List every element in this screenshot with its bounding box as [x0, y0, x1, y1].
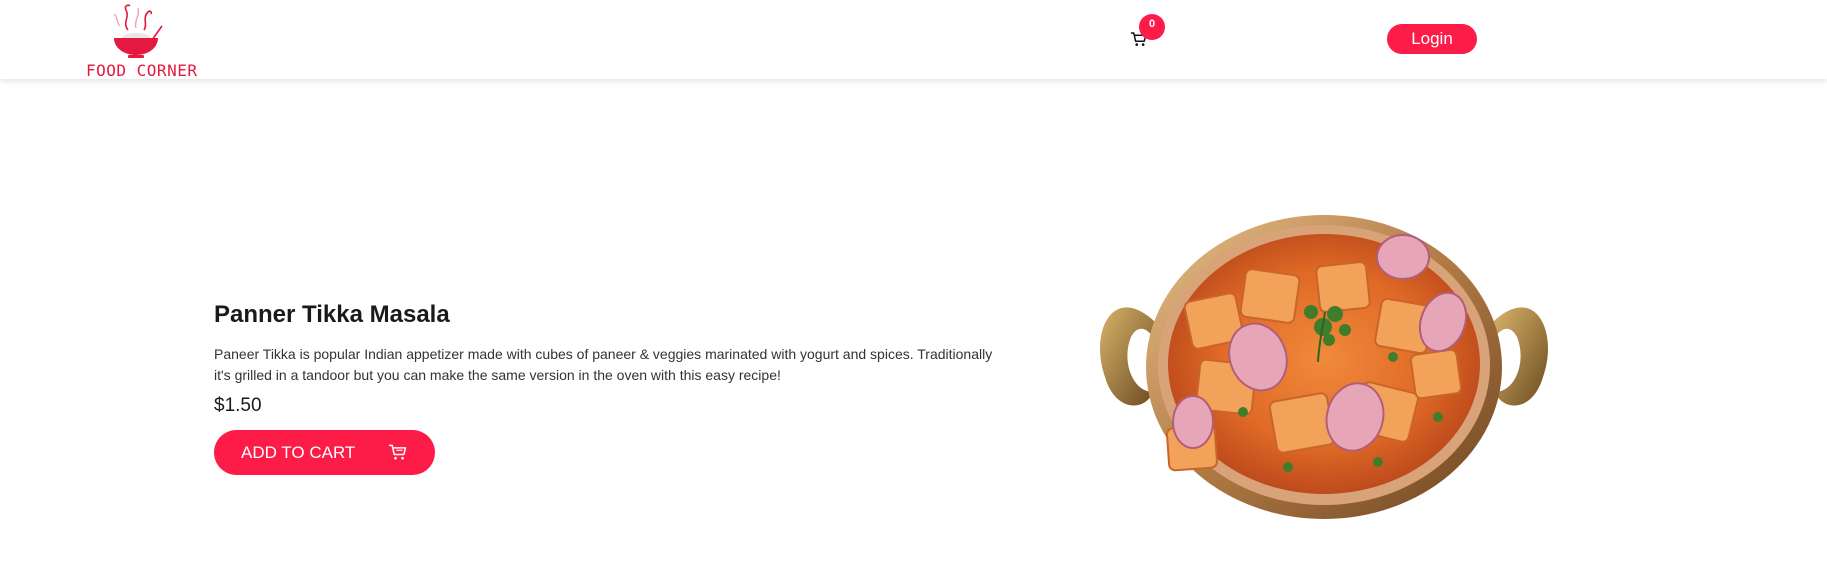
add-to-cart-label: ADD TO CART [241, 443, 356, 462]
brand-logo[interactable]: FOOD CORNER [86, 2, 198, 80]
cart-count-badge: 0 [1139, 14, 1165, 40]
product-price: $1.50 [214, 395, 262, 416]
login-button[interactable]: Login [1387, 24, 1477, 54]
paneer-tikka-masala-image [1100, 215, 1548, 519]
navbar: FOOD CORNER 0 Login [0, 0, 1827, 80]
food-bowl-logo-icon [113, 4, 163, 58]
logo-text: FOOD CORNER [86, 61, 198, 80]
product-description: Paneer Tikka is popular Indian appetizer… [214, 346, 993, 383]
product-title: Panner Tikka Masala [214, 301, 450, 328]
cart-icon [388, 444, 407, 460]
add-to-cart-button[interactable]: ADD TO CART [214, 430, 435, 475]
